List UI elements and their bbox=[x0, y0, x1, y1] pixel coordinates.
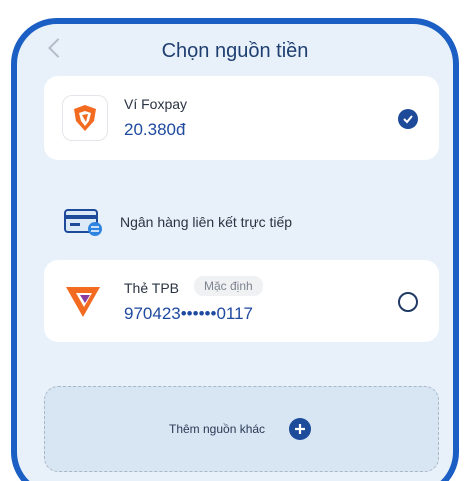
wallet-name: Ví Foxpay bbox=[124, 96, 188, 112]
bank-card-icon bbox=[64, 209, 104, 237]
section-label: Ngân hàng liên kết trực tiếp bbox=[120, 214, 293, 230]
linked-banks-section: Ngân hàng liên kết trực tiếp bbox=[64, 207, 404, 237]
foxpay-logo-icon bbox=[62, 95, 108, 141]
check-icon[interactable] bbox=[398, 109, 418, 129]
phone-frame: Chọn nguồn tiền Ví Foxpay 20.380đ Ngân h… bbox=[11, 18, 459, 481]
tpbank-logo-icon bbox=[64, 283, 102, 319]
radio-icon[interactable] bbox=[398, 292, 418, 312]
bank-option-tpb[interactable]: Thẻ TPB Mặc định 970423••••••0117 bbox=[44, 260, 439, 342]
add-source-label: Thêm nguồn khác bbox=[169, 422, 266, 436]
wallet-option[interactable]: Ví Foxpay 20.380đ bbox=[44, 76, 439, 160]
page-title: Chọn nguồn tiền bbox=[161, 40, 309, 62]
wallet-balance: 20.380đ bbox=[124, 120, 186, 139]
add-source-button[interactable]: Thêm nguồn khác bbox=[44, 386, 439, 472]
default-badge: Mặc định bbox=[194, 276, 263, 296]
plus-icon[interactable] bbox=[289, 418, 311, 440]
bank-name: Thẻ TPB bbox=[124, 280, 179, 296]
header: Chọn nguồn tiền bbox=[17, 24, 453, 80]
card-number: 970423••••••0117 bbox=[124, 304, 253, 323]
